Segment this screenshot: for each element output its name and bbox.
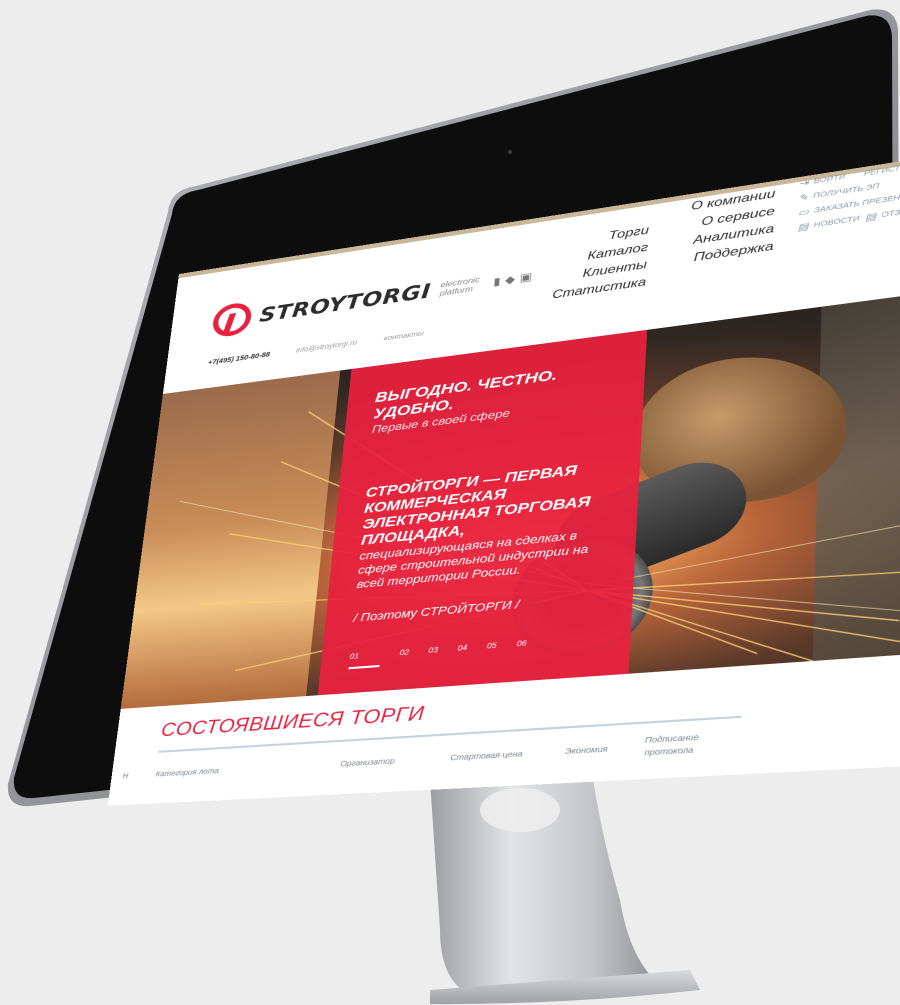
brand-tagline: electronic platform xyxy=(439,275,480,298)
brand-name: STROYTORGI xyxy=(258,279,432,327)
main-nav-primary: Торги Каталог Клиенты Статистика xyxy=(534,221,650,306)
col-header-protocol[interactable]: Подписание протокола xyxy=(644,730,727,760)
col-header-savings[interactable]: Экономия xyxy=(565,744,608,759)
col-header-start-price[interactable]: Стартовая цена xyxy=(450,749,523,765)
col-header-num[interactable]: Н xyxy=(122,771,129,783)
contact-bar: +7(495) 150-80-88 info@stroytorgi.ru кон… xyxy=(208,330,424,366)
contacts-link[interactable]: контакты xyxy=(384,330,424,342)
slide-tab-04[interactable]: 04 xyxy=(456,645,467,662)
hero-promo-panel: ВЫГОДНО. ЧЕСТНО. УДОБНО. Первые в своей … xyxy=(317,329,648,696)
site-logo[interactable]: STROYTORGI electronic platform ▮ ◆ ▣ xyxy=(211,259,533,339)
news-icon: ▤ xyxy=(797,221,809,233)
slide-tab-06[interactable]: 06 xyxy=(516,640,526,657)
slide-tab-05[interactable]: 05 xyxy=(486,642,497,659)
logo-icon xyxy=(211,300,254,339)
hero-why-link[interactable]: / Поэтому СТРОЙТОРГИ / xyxy=(353,599,520,625)
product-mockup: STROYTORGI electronic platform ▮ ◆ ▣ +7(… xyxy=(0,0,900,1005)
slide-tab-03[interactable]: 03 xyxy=(427,647,438,664)
email-link[interactable]: info@stroytorgi.ru xyxy=(296,340,358,355)
reviews-icon: ▤ xyxy=(864,211,877,223)
col-header-organizer[interactable]: Организатор xyxy=(340,756,396,771)
phone-number[interactable]: +7(495) 150-80-88 xyxy=(208,352,271,367)
col-header-category[interactable]: Категория лота xyxy=(155,766,219,781)
hero-slide-tabs: 01 02 03 04 05 06 xyxy=(348,640,527,670)
display-icon: ▣ xyxy=(519,270,533,284)
brand-icons: ▮ ◆ ▣ xyxy=(493,270,533,288)
slide-tab-01[interactable]: 01 xyxy=(348,651,381,670)
section-title: СОСТОЯВШИЕСЯ ТОРГИ xyxy=(160,702,426,741)
laptop-icon: ▮ xyxy=(492,275,501,288)
diamond-icon: ◆ xyxy=(504,273,516,287)
slide-tab-02[interactable]: 02 xyxy=(399,649,409,665)
